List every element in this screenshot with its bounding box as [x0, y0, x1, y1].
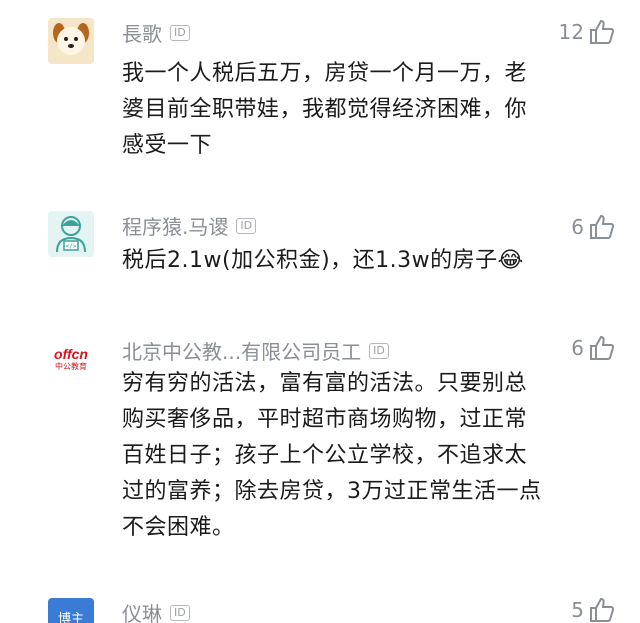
blogger-tag: 博主 — [57, 612, 84, 623]
like-button[interactable]: 6 — [571, 334, 616, 362]
like-count: 12 — [558, 20, 584, 44]
offcn-logo-text: offcn — [54, 346, 88, 362]
like-count: 6 — [571, 215, 584, 239]
comment-item: 博主 仪琳 ID 5 — [0, 592, 640, 623]
like-count: 6 — [571, 336, 584, 360]
avatar[interactable] — [48, 18, 94, 64]
svg-text:</>: </> — [66, 243, 77, 250]
thumbs-up-icon — [588, 596, 616, 623]
comment-item: offcn 中公教育 北京中公教...有限公司员工 ID 穷有穷的活法，富有富的… — [0, 322, 640, 562]
user-name[interactable]: 仪琳 ID — [122, 598, 190, 623]
thumbs-up-icon — [588, 334, 616, 362]
like-button[interactable]: 12 — [559, 18, 616, 46]
avatar[interactable]: </> — [48, 211, 94, 257]
user-name[interactable]: 北京中公教...有限公司员工 ID — [122, 336, 389, 365]
user-name-label[interactable]: 長歌 — [122, 18, 162, 47]
like-button[interactable]: 6 — [571, 213, 616, 241]
blue-avatar-icon: 博主 — [58, 608, 84, 623]
user-name-label[interactable]: 仪琳 — [122, 598, 162, 623]
offcn-logo-icon: offcn 中公教育 — [54, 347, 88, 371]
comment-item: </> 程序猿.马谡 ID 税后2.1w(加公积金)，还1.3w的房子😂 6 — [0, 195, 640, 305]
programmer-avatar-icon: </> — [51, 212, 91, 256]
comment-text: 我一个人税后五万，房贷一个月一万，老婆目前全职带娃，我都觉得经济困难，你感受一下 — [122, 61, 528, 158]
avatar[interactable]: offcn 中公教育 — [48, 336, 94, 382]
user-name[interactable]: 程序猿.马谡 ID — [122, 211, 257, 240]
thumbs-up-icon — [588, 213, 616, 241]
id-badge: ID — [369, 342, 389, 359]
id-badge: ID — [236, 217, 257, 234]
user-name-label[interactable]: 北京中公教...有限公司员工 — [122, 336, 361, 365]
id-badge: ID — [170, 604, 190, 621]
dog-face-icon — [51, 19, 91, 63]
comment-item: 長歌 ID 我一个人税后五万，房贷一个月一万，老婆目前全职带娃，我都觉得经济困难… — [0, 0, 640, 180]
avatar[interactable]: 博主 — [48, 598, 94, 623]
thumbs-up-icon — [588, 18, 616, 46]
like-count: 5 — [571, 598, 584, 622]
id-badge: ID — [170, 24, 190, 41]
offcn-logo-subtext: 中公教育 — [55, 362, 87, 371]
user-name[interactable]: 長歌 ID — [122, 18, 190, 47]
like-button[interactable]: 5 — [571, 596, 616, 623]
comment-text: 税后2.1w(加公积金)，还1.3w的房子😂 — [122, 248, 524, 273]
user-name-label[interactable]: 程序猿.马谡 — [122, 211, 228, 240]
comment-text: 穷有穷的活法，富有富的活法。只要别总购买奢侈品，平时超市商场购物，过正常百姓日子… — [122, 371, 542, 540]
